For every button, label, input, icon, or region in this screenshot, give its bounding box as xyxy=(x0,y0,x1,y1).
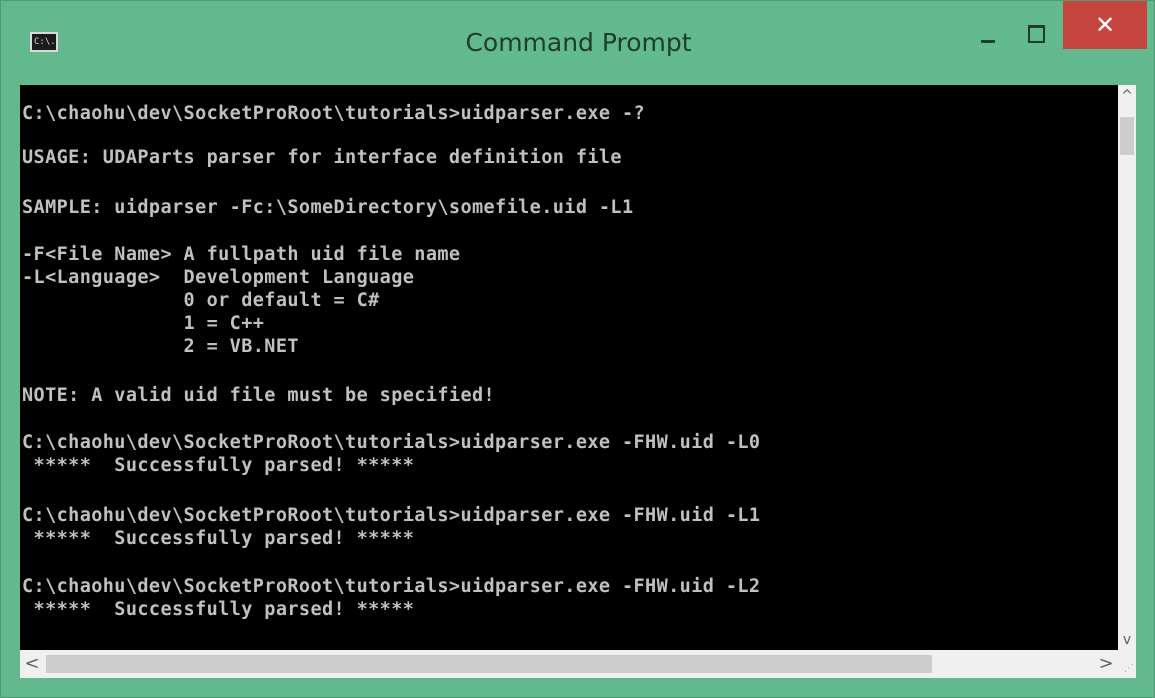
console-line: C:\chaohu\dev\SocketProRoot\tutorials>ui… xyxy=(22,576,761,597)
console-line: -F<File Name> A fullpath uid file name xyxy=(22,244,461,265)
scroll-up-icon[interactable]: ^ xyxy=(1118,85,1136,105)
maximize-button[interactable] xyxy=(1015,19,1055,53)
console-line: SAMPLE: uidparser -Fc:\SomeDirectory\som… xyxy=(22,197,634,218)
resize-grip-icon: ⋰ xyxy=(1124,663,1134,674)
vertical-scrollbar[interactable]: ^ v xyxy=(1118,85,1136,650)
vertical-scroll-thumb[interactable] xyxy=(1120,117,1134,155)
console-line: -L<Language> Development Language xyxy=(22,267,415,288)
scroll-left-icon[interactable]: < xyxy=(20,650,44,678)
minimize-button[interactable] xyxy=(969,19,1009,53)
console-line: 1 = C++ xyxy=(22,313,265,334)
console-line: C:\chaohu\dev\SocketProRoot\tutorials>ui… xyxy=(22,103,646,124)
close-button[interactable]: ✕ xyxy=(1063,1,1147,49)
cmd-icon[interactable]: C:\. xyxy=(30,32,58,52)
scroll-right-icon[interactable]: > xyxy=(1094,650,1118,678)
console-line: USAGE: UDAParts parser for interface def… xyxy=(22,147,622,168)
console-line: C:\chaohu\dev\SocketProRoot\tutorials>ui… xyxy=(22,505,761,526)
console-line: 2 = VB.NET xyxy=(22,336,299,357)
console-line: ***** Successfully parsed! ***** xyxy=(22,599,415,620)
close-icon: ✕ xyxy=(1094,11,1116,39)
console-output[interactable]: C:\chaohu\dev\SocketProRoot\tutorials>ui… xyxy=(20,85,1118,650)
console-line: C:\chaohu\dev\SocketProRoot\tutorials>ui… xyxy=(22,432,761,453)
horizontal-scroll-thumb[interactable] xyxy=(46,655,932,673)
command-prompt-window: C:\. Command Prompt ✕ C:\chaohu\dev\Sock… xyxy=(0,0,1155,698)
horizontal-scrollbar[interactable]: < > xyxy=(20,650,1118,678)
scroll-down-icon[interactable]: v xyxy=(1118,630,1136,650)
console-line: ***** Successfully parsed! ***** xyxy=(22,455,415,476)
console-line: ***** Successfully parsed! ***** xyxy=(22,528,415,549)
title-bar[interactable]: C:\. Command Prompt ✕ xyxy=(1,1,1154,85)
resize-grip[interactable]: ⋰ xyxy=(1118,650,1136,678)
console-line: 0 or default = C# xyxy=(22,290,380,311)
console-line: NOTE: A valid uid file must be specified… xyxy=(22,385,496,406)
